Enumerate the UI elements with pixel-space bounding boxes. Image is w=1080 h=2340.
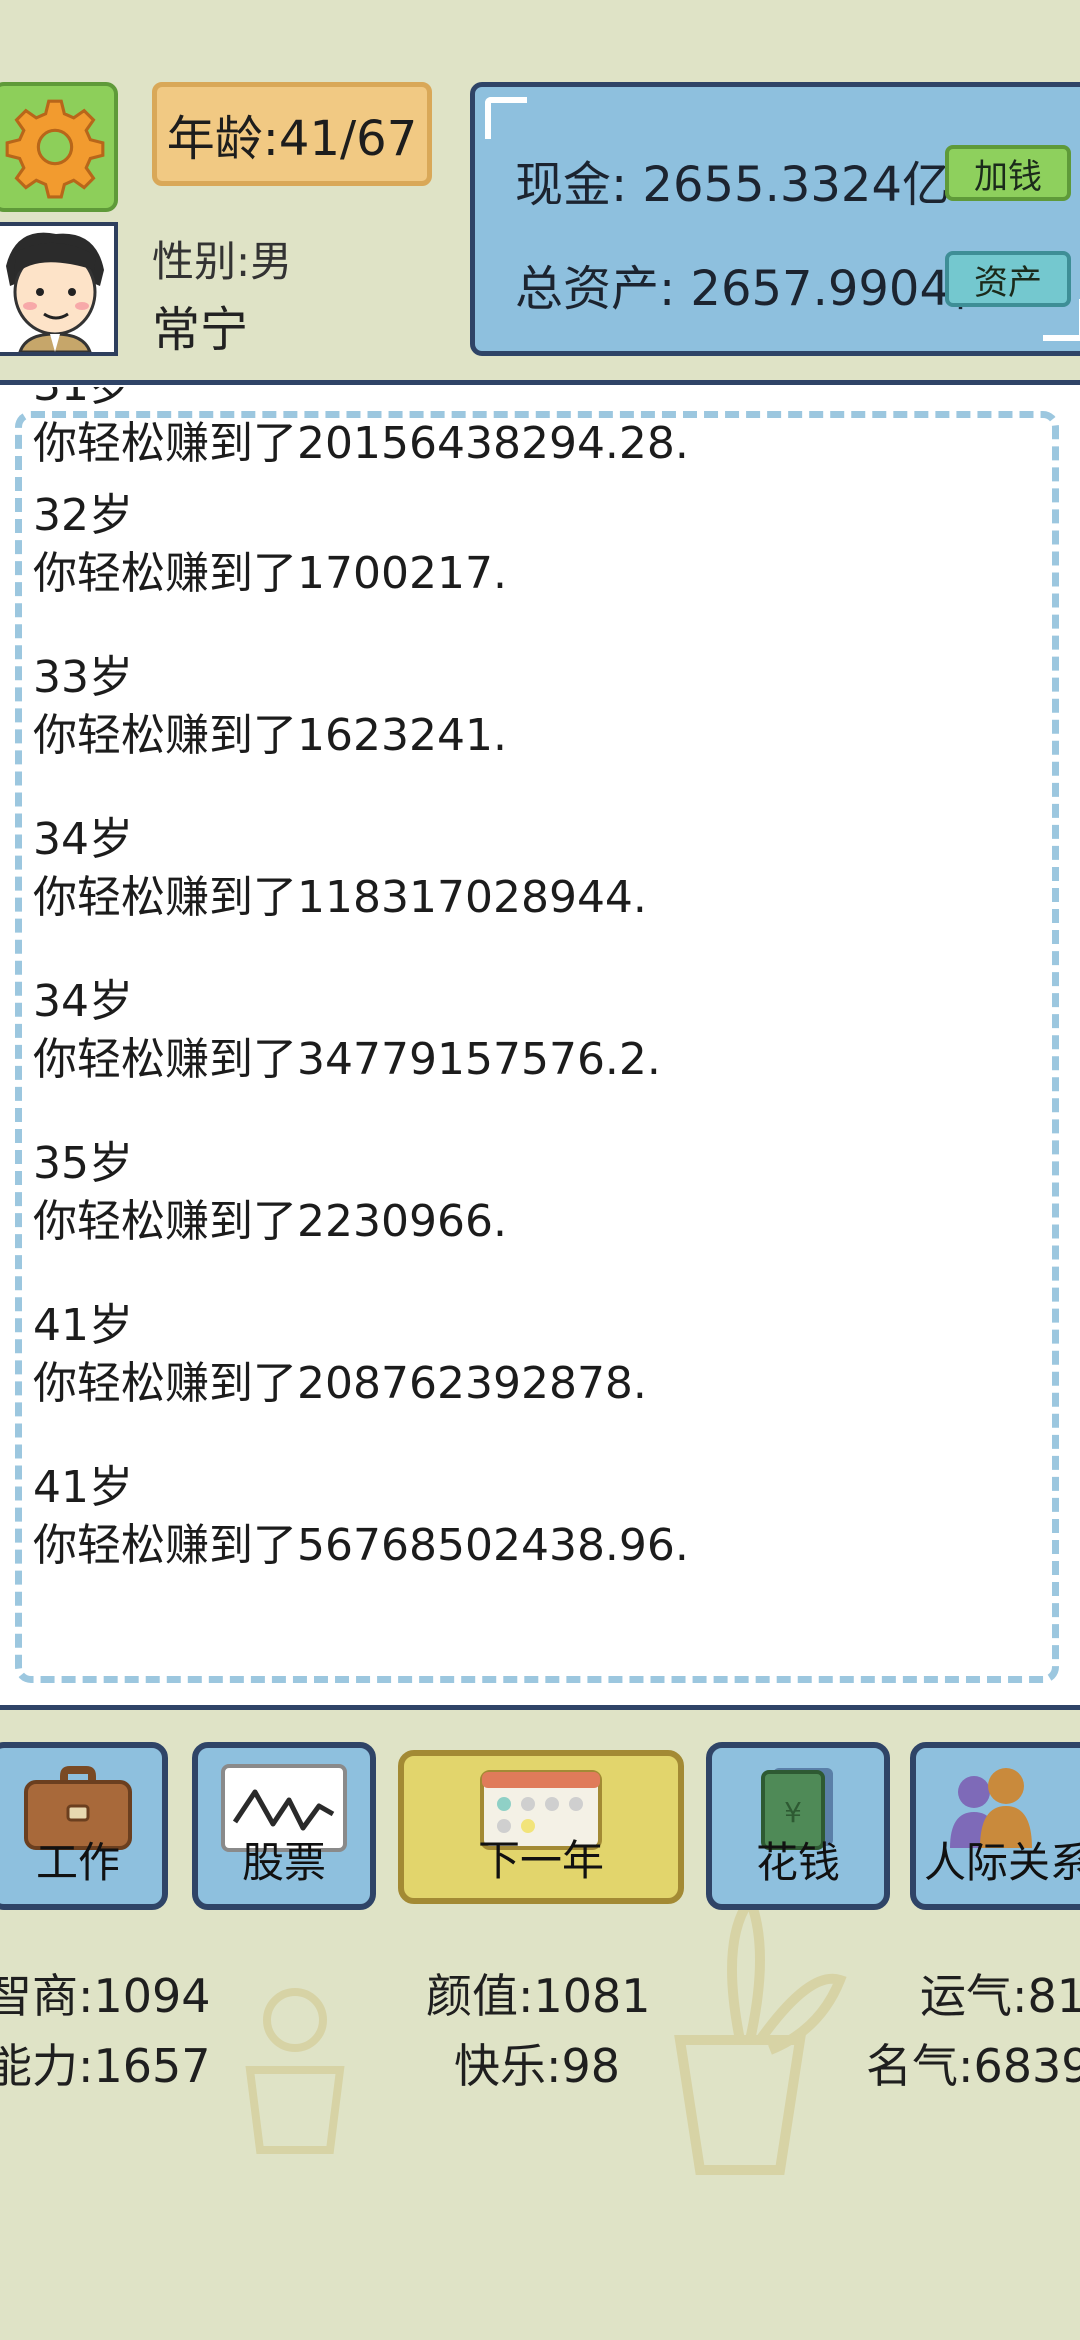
relationships-button[interactable]: 人际关系 — [910, 1742, 1080, 1910]
list-item: 41岁 你轻松赚到了56768502438.96. — [33, 1459, 1049, 1621]
log-text: 你轻松赚到了34779157576.2. — [33, 1034, 661, 1085]
log-text: 你轻松赚到了20156438294.28. — [33, 418, 689, 469]
stock-button[interactable]: 股票 — [192, 1742, 376, 1910]
next-year-button[interactable]: 下一年 — [398, 1750, 684, 1904]
stat-ability: 能力:1657 — [0, 2039, 211, 2093]
total-assets-value: 总资产: 2657.9904亿 — [515, 261, 999, 317]
log-text: 你轻松赚到了1700217. — [33, 548, 507, 599]
list-item: 41岁 你轻松赚到了208762392878. — [33, 1297, 1049, 1459]
log-text: 你轻松赚到了208762392878. — [33, 1358, 647, 1409]
list-item: 35岁 你轻松赚到了2230966. — [33, 1135, 1049, 1297]
log-age: 33岁 — [33, 652, 133, 703]
gender-label: 性别:男 — [152, 237, 293, 286]
stat-fame: 名气:6839 — [866, 2039, 1080, 2093]
list-item: 31岁 你轻松赚到了20156438294.28. — [33, 380, 1049, 487]
event-log-list: 31岁 你轻松赚到了20156438294.28. 32岁 你轻松赚到了1700… — [33, 380, 1049, 1621]
avatar-face-icon — [6, 232, 104, 352]
add-money-button[interactable]: 加钱 — [945, 145, 1071, 201]
relationships-button-label: 人际关系 — [924, 1838, 1080, 1887]
log-age: 31岁 — [33, 380, 133, 411]
cash-value: 现金: 2655.3324亿 — [515, 157, 951, 213]
plant-doodle — [674, 1889, 847, 2175]
log-text: 你轻松赚到了118317028944. — [33, 872, 647, 923]
stat-iq: 智商:1094 — [0, 1969, 211, 2023]
work-button-label: 工作 — [35, 1838, 120, 1887]
stat-luck: 运气:81 — [920, 1969, 1080, 2023]
money-panel: 现金: 2655.3324亿 总资产: 2657.9904亿 加钱 资产 — [470, 82, 1080, 356]
settings-button[interactable] — [0, 82, 118, 212]
svg-text:¥: ¥ — [784, 1796, 802, 1829]
log-age: 34岁 — [33, 976, 133, 1027]
character-name: 常宁 — [152, 302, 249, 358]
age-badge: 年龄:41/67 — [152, 82, 432, 186]
log-text: 你轻松赚到了56768502438.96. — [33, 1520, 689, 1571]
stock-button-label: 股票 — [241, 1838, 326, 1887]
next-year-button-label: 下一年 — [477, 1836, 604, 1885]
log-age: 41岁 — [33, 1462, 133, 1513]
log-text: 你轻松赚到了2230966. — [33, 1196, 507, 1247]
event-log-panel[interactable]: 31岁 你轻松赚到了20156438294.28. 32岁 你轻松赚到了1700… — [0, 380, 1080, 1710]
log-age: 35岁 — [33, 1138, 133, 1189]
log-age: 34岁 — [33, 814, 133, 865]
log-text: 你轻松赚到了1623241. — [33, 710, 507, 761]
spend-money-button-label: 花钱 — [755, 1838, 840, 1887]
list-item: 33岁 你轻松赚到了1623241. — [33, 649, 1049, 811]
gear-icon — [5, 99, 105, 199]
log-age: 41岁 — [33, 1300, 133, 1351]
assets-button[interactable]: 资产 — [945, 251, 1071, 307]
log-age: 32岁 — [33, 490, 133, 541]
list-item: 32岁 你轻松赚到了1700217. — [33, 487, 1049, 649]
avatar[interactable] — [0, 222, 118, 356]
work-button[interactable]: 工作 — [0, 1742, 168, 1910]
list-item: 34岁 你轻松赚到了118317028944. — [33, 811, 1049, 973]
spend-money-button[interactable]: ¥ 花钱 — [706, 1742, 890, 1910]
stat-looks: 颜值:1081 — [426, 1969, 651, 2023]
list-item: 34岁 你轻松赚到了34779157576.2. — [33, 973, 1049, 1135]
flower-doodle — [245, 1988, 345, 2154]
stat-happiness: 快乐:98 — [454, 2039, 621, 2093]
panel-corner-decoration — [485, 97, 527, 139]
